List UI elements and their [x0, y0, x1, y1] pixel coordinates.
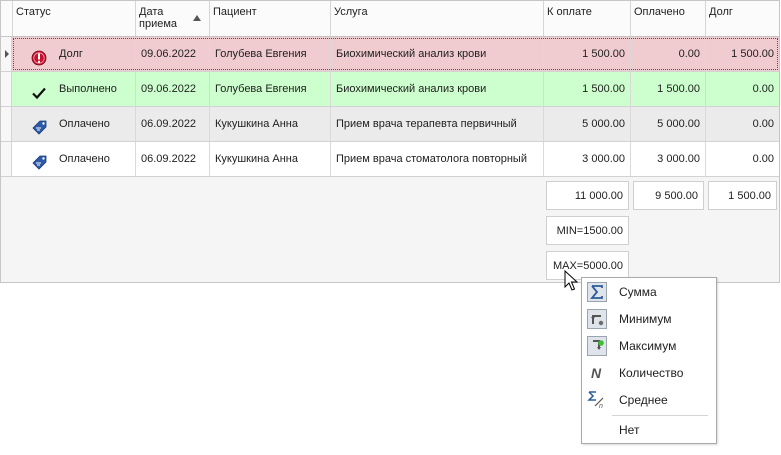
footer-to-pay-max[interactable]: MAX=5000.00 [546, 251, 629, 280]
column-header-status-label: Статус [16, 6, 51, 18]
table-row[interactable]: Оплачено 06.09.2022 Кукушкина Анна Прием вр… [1, 107, 779, 142]
cell-status[interactable]: Оплачено [13, 142, 136, 176]
summary-context-menu: Сумма Минимум Максимум N Количество n Ср… [581, 277, 717, 444]
cell-paid[interactable]: 3 000.00 [631, 142, 706, 176]
menu-item-count[interactable]: N Количество [583, 360, 715, 386]
count-icon: N [587, 363, 607, 383]
current-row-arrow-icon [5, 50, 9, 58]
footer-to-pay-min[interactable]: MIN=1500.00 [546, 216, 629, 245]
price-tag-icon [31, 151, 47, 170]
column-header-debt-label: Долг [709, 6, 733, 18]
menu-item-sum[interactable]: Сумма [583, 279, 715, 305]
cell-patient[interactable]: Голубева Евгения [210, 37, 331, 71]
cell-to-pay[interactable]: 1 500.00 [544, 72, 631, 106]
column-header-paid-label: Оплачено [634, 6, 685, 18]
cell-status[interactable]: Выполнено [13, 72, 136, 106]
cell-to-pay[interactable]: 5 000.00 [544, 107, 631, 141]
column-header-status[interactable]: Статус [13, 1, 136, 36]
column-header-service[interactable]: Услуга [331, 1, 544, 36]
column-header-to-pay-label: К оплате [547, 6, 592, 18]
menu-item-average-label: Среднее [619, 393, 668, 407]
column-header-date-label: Дата приема [139, 6, 178, 30]
menu-item-count-label: Количество [619, 366, 684, 380]
menu-item-min[interactable]: Минимум [583, 306, 715, 332]
cell-debt[interactable]: 1 500.00 [706, 37, 779, 71]
maximum-icon [587, 336, 607, 356]
table-row[interactable]: Оплачено 06.09.2022 Кукушкина Анна Прием вр… [1, 142, 779, 177]
cell-status[interactable]: Долг [13, 37, 136, 71]
cell-to-pay[interactable]: 3 000.00 [544, 142, 631, 176]
cell-date[interactable]: 06.09.2022 [136, 142, 210, 176]
cell-status-text: Оплачено [59, 118, 110, 130]
cell-patient[interactable]: Кукушкина Анна [210, 107, 331, 141]
menu-item-none-label: Нет [619, 423, 640, 437]
menu-item-min-label: Минимум [619, 312, 672, 326]
cell-service[interactable]: Биохимический анализ крови [331, 37, 544, 71]
exclamation-icon [31, 46, 47, 66]
cell-paid[interactable]: 1 500.00 [631, 72, 706, 106]
header-indicator [1, 1, 13, 36]
column-header-paid[interactable]: Оплачено [631, 1, 706, 36]
column-header-patient-label: Пациент [213, 6, 257, 18]
checkmark-icon [31, 81, 47, 100]
svg-text:N: N [591, 365, 602, 381]
cell-status-text: Долг [59, 48, 83, 60]
cell-status-text: Оплачено [59, 153, 110, 165]
cell-patient[interactable]: Голубева Евгения [210, 72, 331, 106]
column-header-date[interactable]: Дата приема [136, 1, 210, 36]
menu-item-max-label: Максимум [619, 339, 677, 353]
cell-service[interactable]: Прием врача стоматолога повторный [331, 142, 544, 176]
column-header-debt[interactable]: Долг [706, 1, 779, 36]
row-indicator[interactable] [1, 107, 12, 141]
footer-paid-sum[interactable]: 9 500.00 [633, 181, 704, 210]
payments-grid: Статус Дата приема Пациент Услуга К опла… [0, 0, 780, 283]
cell-debt[interactable]: 0.00 [706, 72, 779, 106]
svg-text:n: n [599, 403, 603, 410]
cell-status-text: Выполнено [59, 83, 117, 95]
cell-service[interactable]: Биохимический анализ крови [331, 72, 544, 106]
menu-item-sum-label: Сумма [619, 285, 657, 299]
cell-service[interactable]: Прием врача терапевта первичный [331, 107, 544, 141]
table-row[interactable]: Долг 09.06.2022 Голубева Евгения Биохимичес… [1, 37, 779, 72]
menu-item-none[interactable]: Нет [583, 417, 715, 443]
cell-paid[interactable]: 0.00 [631, 37, 706, 71]
cell-date[interactable]: 09.06.2022 [136, 37, 210, 71]
sigma-icon [587, 282, 607, 302]
column-header-to-pay[interactable]: К оплате [544, 1, 631, 36]
minimum-icon [587, 309, 607, 329]
row-indicator[interactable] [1, 142, 12, 176]
menu-separator [612, 415, 708, 416]
cell-debt[interactable]: 0.00 [706, 107, 779, 141]
mouse-cursor-icon [564, 270, 579, 291]
footer-debt-sum[interactable]: 1 500.00 [708, 181, 777, 210]
table-row[interactable]: Выполнено 09.06.2022 Голубева Евгения Биохи… [1, 72, 779, 107]
cell-debt[interactable]: 0.00 [706, 142, 779, 176]
footer-to-pay-sum[interactable]: 11 000.00 [546, 181, 629, 210]
price-tag-icon [31, 116, 47, 135]
menu-item-max[interactable]: Максимум [583, 333, 715, 359]
cell-date[interactable]: 06.09.2022 [136, 107, 210, 141]
cell-to-pay[interactable]: 1 500.00 [544, 37, 631, 71]
cell-date[interactable]: 09.06.2022 [136, 72, 210, 106]
menu-item-average[interactable]: n Среднее [583, 387, 715, 413]
cell-patient[interactable]: Кукушкина Анна [210, 142, 331, 176]
average-icon: n [587, 390, 607, 410]
column-header-patient[interactable]: Пациент [210, 1, 331, 36]
column-header-service-label: Услуга [334, 6, 368, 18]
cell-status[interactable]: Оплачено [13, 107, 136, 141]
grid-header: Статус Дата приема Пациент Услуга К опла… [1, 1, 779, 37]
sort-ascending-icon [193, 15, 201, 21]
row-indicator[interactable] [1, 72, 12, 106]
row-indicator[interactable] [1, 37, 12, 71]
cell-paid[interactable]: 5 000.00 [631, 107, 706, 141]
